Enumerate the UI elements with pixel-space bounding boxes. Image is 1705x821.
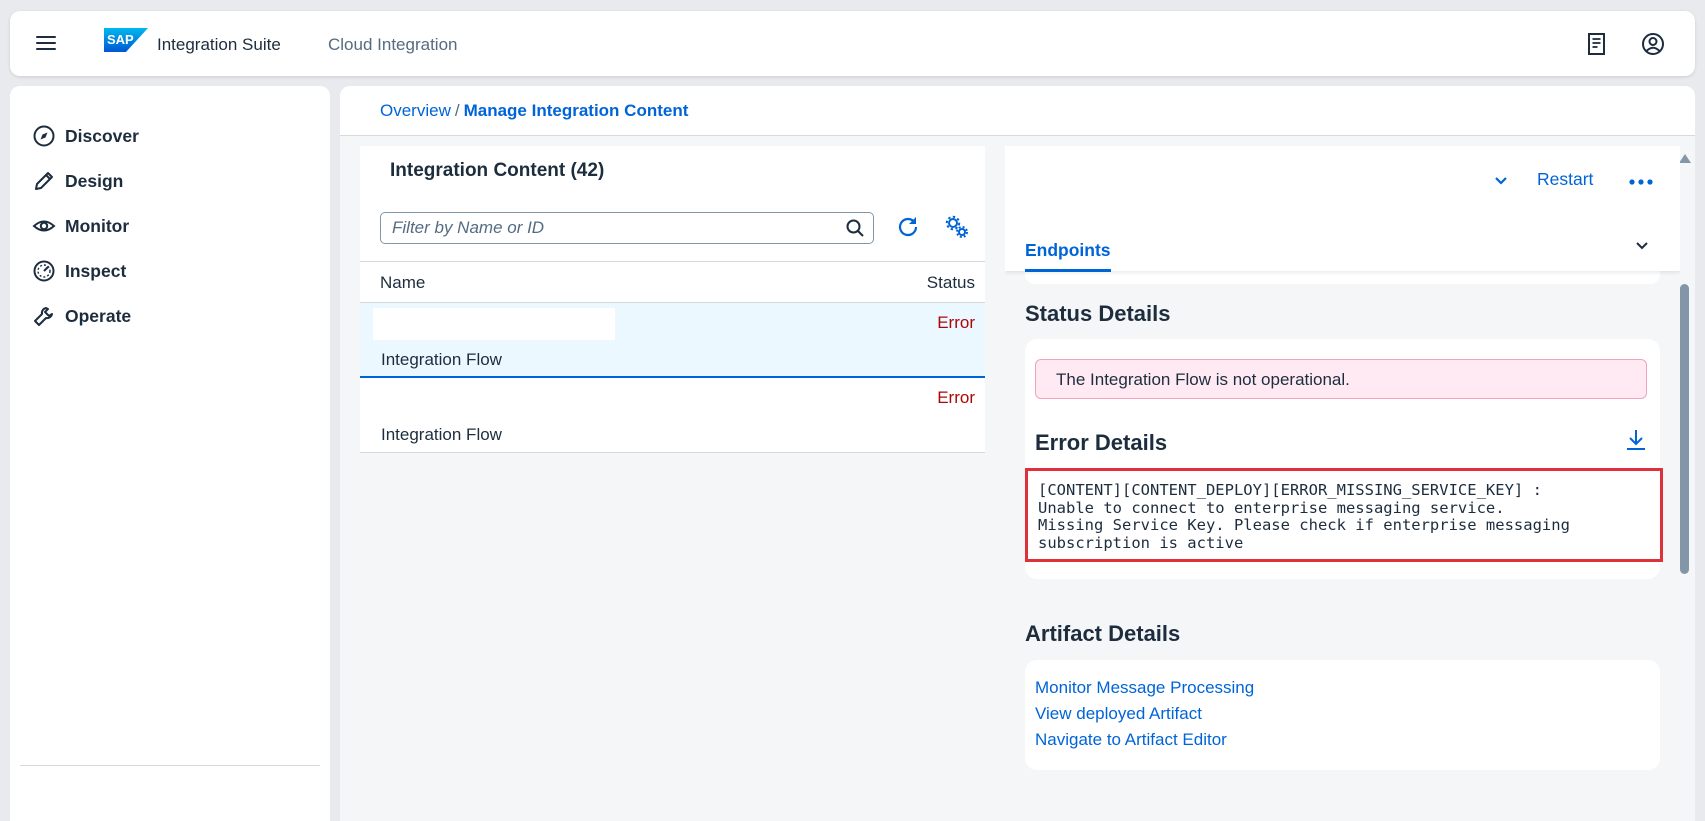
settings-gears-icon[interactable] — [944, 214, 970, 240]
list-header: Integration Content (42) — [360, 146, 985, 261]
table-row[interactable]: Error Integration Flow — [360, 303, 985, 378]
artifact-name — [373, 308, 615, 340]
sidebar-item-label: Operate — [65, 305, 132, 326]
sidebar-item-design[interactable]: Design — [32, 166, 123, 196]
sidebar-item-label: Inspect — [65, 260, 127, 281]
gauge-icon — [33, 260, 55, 282]
monitor-message-processing-link[interactable]: Monitor Message Processing — [1035, 675, 1254, 701]
refresh-icon[interactable] — [895, 214, 921, 240]
more-options-icon[interactable] — [1627, 170, 1655, 194]
breadcrumb-overview-link[interactable]: Overview — [380, 101, 451, 120]
view-deployed-artifact-link[interactable]: View deployed Artifact — [1035, 701, 1254, 727]
status-details-title: Status Details — [1025, 301, 1171, 326]
filter-field[interactable] — [380, 212, 874, 244]
artifact-detail-panel: Restart Endpoints Status Details The Int… — [1005, 146, 1680, 821]
navigate-to-artifact-editor-link[interactable]: Navigate to Artifact Editor — [1035, 727, 1254, 753]
sidebar-item-label: Design — [65, 170, 124, 191]
tab-endpoints[interactable]: Endpoints — [1025, 240, 1111, 272]
shell-bar: SAP Integration Suite Cloud Integration — [10, 11, 1695, 76]
sidebar-item-label: Monitor — [65, 215, 130, 236]
integration-content-list: Integration Content (42) Name Sta — [360, 146, 985, 821]
menu-icon[interactable] — [34, 32, 58, 54]
product-name: Integration Suite — [157, 35, 281, 54]
sidebar-item-monitor[interactable]: Monitor — [32, 211, 129, 241]
chevron-down-icon[interactable] — [1631, 235, 1653, 257]
sidebar-divider — [20, 765, 320, 766]
error-details-title: Error Details — [1035, 430, 1168, 455]
notes-icon[interactable] — [1584, 31, 1610, 57]
error-message-strip: The Integration Flow is not operational. — [1035, 359, 1647, 399]
artifact-type: Integration Flow — [381, 425, 502, 444]
column-header-name[interactable]: Name — [380, 273, 425, 293]
user-profile-icon[interactable] — [1640, 31, 1666, 57]
column-header-status[interactable]: Status — [927, 273, 975, 293]
side-navigation: Discover Design Monitor Inspect Operate — [10, 86, 330, 821]
eye-icon — [32, 220, 56, 232]
main-content: Overview / Manage Integration Content Inte… — [340, 86, 1695, 821]
breadcrumb-bar: Overview / Manage Integration Content — [340, 86, 1695, 136]
sap-logo-text: SAP — [107, 32, 134, 47]
artifact-details-card: Monitor Message Processing View deployed… — [1025, 660, 1660, 770]
compass-icon — [33, 125, 55, 147]
scrollbar-thumb[interactable] — [1680, 284, 1689, 574]
sidebar-item-label: Discover — [65, 125, 139, 146]
error-message-text: The Integration Flow is not operational. — [1056, 370, 1350, 389]
search-icon[interactable] — [845, 218, 865, 238]
restart-button[interactable]: Restart — [1537, 169, 1593, 190]
breadcrumb-separator: / — [454, 101, 460, 120]
sap-logo[interactable]: SAP — [104, 28, 148, 52]
status-error: Error — [937, 388, 975, 407]
detail-header: Restart Endpoints — [1005, 146, 1680, 272]
status-details-card: The Integration Flow is not operational.… — [1025, 339, 1663, 579]
download-icon[interactable] — [1623, 427, 1649, 453]
sidebar-item-discover[interactable]: Discover — [32, 121, 139, 151]
error-details-box: [CONTENT][CONTENT_DEPLOY][ERROR_MISSING_… — [1025, 468, 1663, 562]
chevron-down-icon[interactable] — [1488, 168, 1514, 194]
filter-input[interactable] — [381, 213, 831, 243]
sidebar-item-operate[interactable]: Operate — [32, 301, 131, 331]
table-header: Name Status — [360, 261, 985, 303]
breadcrumb-current[interactable]: Manage Integration Content — [464, 101, 689, 120]
scroll-up-arrow-icon[interactable] — [1679, 154, 1691, 163]
breadcrumb: Overview / Manage Integration Content — [380, 101, 688, 121]
artifact-type: Integration Flow — [381, 350, 502, 369]
table-row[interactable]: Error Integration Flow — [360, 378, 985, 453]
list-title: Integration Content (42) — [390, 160, 605, 181]
sidebar-item-inspect[interactable]: Inspect — [32, 256, 126, 286]
artifact-details-title: Artifact Details — [1025, 621, 1181, 646]
wrench-icon — [34, 307, 53, 326]
product-subtitle: Cloud Integration — [328, 35, 458, 54]
error-details-text: [CONTENT][CONTENT_DEPLOY][ERROR_MISSING_… — [1038, 481, 1570, 552]
artifact-links: Monitor Message Processing View deployed… — [1035, 675, 1254, 753]
status-error: Error — [937, 313, 975, 332]
pencil-icon — [35, 172, 53, 190]
